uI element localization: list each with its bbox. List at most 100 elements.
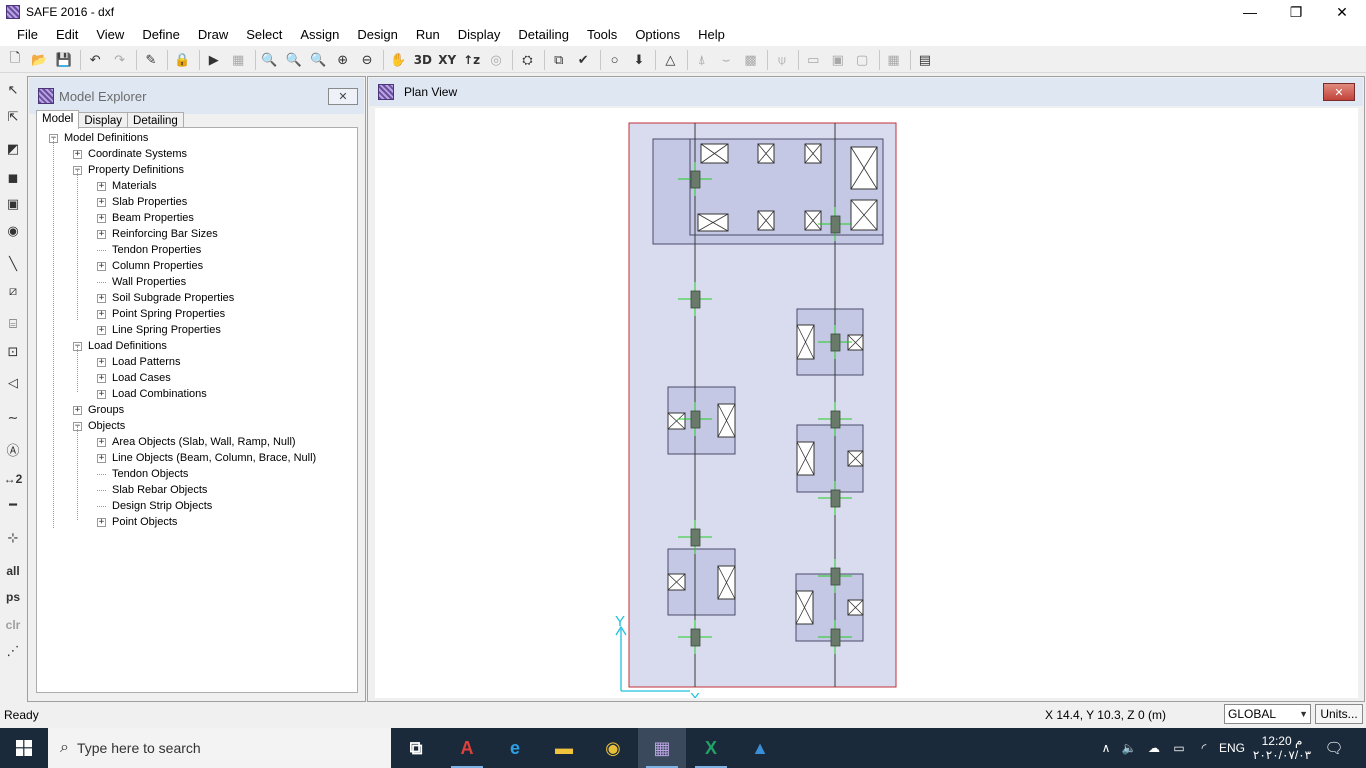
punching-icon[interactable]: ▢ [851,49,873,71]
tree-item[interactable]: + Coordinate Systems [73,146,187,162]
excel-icon[interactable]: X [687,728,735,768]
tab-model[interactable]: Model [36,110,80,129]
column-section[interactable] [830,333,841,352]
draw-point-icon[interactable]: ◉ [2,220,24,242]
safe-icon[interactable]: ▦ [638,728,686,768]
tree-item[interactable]: − Objects [73,418,125,434]
new-model-icon[interactable]: 🗋 [4,49,26,71]
tree-item[interactable]: Wall Properties [97,274,186,290]
deformed-shape-icon[interactable]: ⬇ [628,49,650,71]
maximize-button[interactable]: ❐ [1273,0,1319,24]
battery-icon[interactable]: ▭ [1168,728,1190,768]
tree-item[interactable]: + Column Properties [97,258,203,274]
expand-icon[interactable]: + [97,453,106,463]
rotate-icon[interactable]: ◎ [485,49,507,71]
draw-line-icon[interactable]: ╲ [2,253,24,275]
pencil-icon[interactable]: ✎ [140,49,162,71]
notifications-icon[interactable]: 🗨 [1320,728,1348,768]
draw-area-icon[interactable]: ◩ [2,138,24,160]
reshape-icon[interactable]: ⇱ [2,106,24,128]
tree-item[interactable]: + Line Spring Properties [97,322,221,338]
expand-icon[interactable]: + [97,229,106,239]
draw-rebar-icon[interactable]: Ⓐ [2,438,24,460]
zoom-out-icon[interactable]: ⊖ [356,49,378,71]
expand-icon[interactable]: + [97,517,106,527]
strip-icon[interactable]: ⌣ [715,49,737,71]
undo-icon[interactable]: ↶ [84,49,106,71]
taskbar-search-box[interactable]: ⌕ Type here to search [48,728,391,768]
menu-options[interactable]: Options [626,25,689,45]
expand-icon[interactable]: + [97,181,106,191]
tray-chevron-up-icon[interactable]: ∧ [1096,728,1116,768]
table-icon[interactable]: ▦ [883,49,905,71]
tree-item[interactable]: + Area Objects (Slab, Wall, Ramp, Null) [97,434,296,450]
draw-wall-icon[interactable]: ⌸ [2,313,24,335]
chrome-icon[interactable]: ◉ [589,728,637,768]
expand-icon[interactable]: + [73,149,82,159]
menu-view[interactable]: View [87,25,133,45]
tree-item[interactable]: Tendon Properties [97,242,201,258]
select-icon[interactable]: ⧉ [548,49,570,71]
tree-item[interactable]: + Beam Properties [97,210,194,226]
menu-design[interactable]: Design [348,25,406,45]
tendon-icon[interactable]: ▣ [827,49,849,71]
menu-detailing[interactable]: Detailing [509,25,578,45]
close-button[interactable]: ✕ [1319,0,1365,24]
tree-item[interactable]: + Load Patterns [97,354,181,370]
draw-ramp-icon[interactable]: ◁ [2,372,24,394]
menu-file[interactable]: File [8,25,47,45]
tree-item[interactable]: + Point Objects [97,514,177,530]
snap-icon[interactable]: ⊹ [2,527,24,549]
expand-icon[interactable]: + [97,309,106,319]
display-tables-icon[interactable]: ▤ [914,49,936,71]
tree-item[interactable]: − Property Definitions [73,162,184,178]
zoom-in-icon[interactable]: ⊕ [332,49,354,71]
slab-forces-icon[interactable]: ▩ [740,49,762,71]
tree-item[interactable]: + Point Spring Properties [97,306,225,322]
draw-rectangle-icon[interactable]: ◼ [2,167,24,189]
column-section[interactable] [690,528,701,547]
task-view-icon[interactable]: ⧉ [392,728,440,768]
soil-pressure-icon[interactable]: ⍦ [771,49,793,71]
column-section[interactable] [690,290,701,309]
wifi-icon[interactable]: ◜ [1193,728,1215,768]
column-section[interactable] [830,628,841,647]
draw-column-icon[interactable]: ▣ [2,193,24,215]
volume-icon[interactable]: 🔈 [1119,728,1139,768]
tree-item[interactable]: Tendon Objects [97,466,188,482]
menu-run[interactable]: Run [407,25,449,45]
language-indicator[interactable]: ENG [1218,728,1246,768]
run-icon[interactable]: ▶ [203,49,225,71]
circle-icon[interactable]: ○ [604,49,626,71]
view-3d-icon[interactable]: 3D [412,49,434,71]
file-explorer-icon[interactable]: ▬ [540,728,588,768]
line-icon[interactable]: ━ [2,494,24,516]
expand-icon[interactable]: + [97,357,106,367]
menu-tools[interactable]: Tools [578,25,626,45]
column-section[interactable] [690,170,701,189]
triangle-icon[interactable]: △ [659,49,681,71]
draw-beam-icon[interactable]: ⧄ [2,280,24,302]
units-button[interactable]: Units... [1315,704,1363,724]
tree-item[interactable]: − Model Definitions [49,130,148,146]
clock[interactable]: 12:20 م ٢٠٢٠/٠٧/٠٣ [1252,728,1312,768]
menu-edit[interactable]: Edit [47,25,87,45]
menu-define[interactable]: Define [133,25,189,45]
pointer-icon[interactable]: ↖ [2,79,24,101]
tree-item[interactable]: + Line Objects (Beam, Column, Brace, Null… [97,450,316,466]
pan-icon[interactable]: ✋ [387,49,409,71]
redo-icon[interactable]: ↷ [109,49,131,71]
expand-icon[interactable]: + [97,293,106,303]
select-previous-icon[interactable]: ps [2,586,24,608]
run-locked-icon[interactable]: ▦ [227,49,249,71]
column-section[interactable] [690,628,701,647]
zoom-window-icon[interactable]: 🔍 [259,49,281,71]
tree-item[interactable]: + Materials [97,178,157,194]
menu-help[interactable]: Help [689,25,734,45]
column-section[interactable] [830,215,841,234]
perspective-icon[interactable]: ⛭ [516,49,538,71]
expand-icon[interactable]: + [97,197,106,207]
tree-item[interactable]: Design Strip Objects [97,498,212,514]
expand-icon[interactable]: + [97,437,106,447]
column-section[interactable] [830,489,841,508]
